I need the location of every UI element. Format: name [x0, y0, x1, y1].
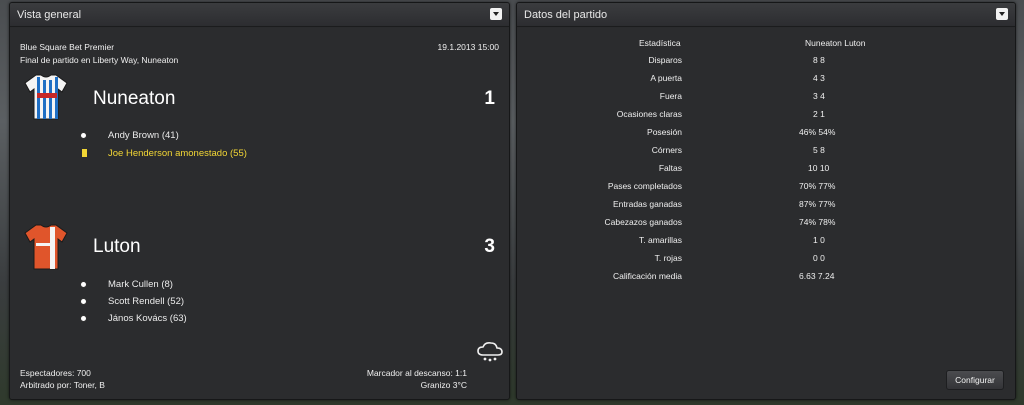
goal-ball-icon — [80, 298, 87, 305]
stat-row: Córners 5 8 — [517, 145, 1015, 163]
stat-label: Ocasiones claras — [616, 109, 682, 119]
goal-ball-icon — [80, 315, 87, 322]
stats-column-header: Estadística — [639, 38, 681, 48]
stat-values: 87% 77% — [799, 199, 836, 209]
stat-values: 46% 54% — [799, 127, 836, 137]
away-shirt-icon — [24, 224, 68, 270]
stat-label: Faltas — [658, 163, 682, 173]
stat-values: 74% 78% — [799, 217, 836, 227]
attendance: Espectadores: 700 — [20, 368, 91, 378]
match-stats-menu-dropdown-icon[interactable] — [996, 8, 1008, 20]
stat-row: Faltas 10 10 — [517, 163, 1015, 181]
stat-row: Pases completados 70% 77% — [517, 181, 1015, 199]
stat-row: Posesión 46% 54% — [517, 127, 1015, 145]
stat-row: A puerta 4 3 — [517, 73, 1015, 91]
stat-row: Calificación media 6.63 7.24 — [517, 271, 1015, 289]
overview-menu-dropdown-icon[interactable] — [490, 8, 502, 20]
referee: Arbitrado por: Toner, B — [20, 380, 105, 390]
match-venue: Final de partido en Liberty Way, Nuneato… — [20, 55, 179, 65]
stat-values: 3 4 — [813, 91, 825, 101]
home-team-name: Nuneaton — [93, 88, 176, 109]
goal-ball-icon — [80, 132, 87, 139]
stat-values: 2 1 — [813, 109, 825, 119]
overview-panel: Vista general Blue Square Bet Premier 19… — [9, 2, 510, 400]
away-team-name: Luton — [93, 236, 141, 257]
configure-button[interactable]: Configurar — [946, 370, 1004, 390]
match-stats-panel-header: Datos del partido — [517, 3, 1015, 27]
stat-values: 70% 77% — [799, 181, 836, 191]
overview-title: Vista general — [17, 9, 82, 21]
match-datetime: 19.1.2013 15:00 — [437, 42, 499, 52]
home-event-yellow-card: Joe Henderson amonestado (55) — [108, 148, 247, 159]
match-stats-panel: Datos del partido Estadística Nuneaton L… — [516, 2, 1016, 400]
away-event-goal: Mark Cullen (8) — [108, 279, 173, 290]
yellow-card-icon — [82, 149, 87, 157]
overview-panel-header: Vista general — [10, 3, 509, 27]
home-score: 1 — [484, 88, 495, 109]
stat-row: Disparos 8 8 — [517, 55, 1015, 73]
stat-values: 1 0 — [813, 235, 825, 245]
stat-label: T. rojas — [654, 253, 682, 263]
stat-label: Fuera — [659, 91, 682, 101]
stat-label: Cabezazos ganados — [604, 217, 682, 227]
match-stats-body: Estadística Nuneaton Luton Disparos 8 8 … — [517, 28, 1015, 399]
stat-values: 5 8 — [813, 145, 825, 155]
teams-column-header: Nuneaton Luton — [805, 38, 866, 48]
stat-label: T. amarillas — [639, 235, 682, 245]
stat-values: 0 0 — [813, 253, 825, 263]
stat-label: Posesión — [647, 127, 682, 137]
stat-label: Disparos — [648, 55, 682, 65]
stat-row: Entradas ganadas 87% 77% — [517, 199, 1015, 217]
weather-text: Granizo 3°C — [420, 380, 467, 390]
away-score: 3 — [484, 236, 495, 257]
home-shirt-icon — [24, 74, 68, 120]
halftime-score: Marcador al descanso: 1:1 — [366, 368, 467, 378]
stat-row: T. rojas 0 0 — [517, 253, 1015, 271]
stat-values: 4 3 — [813, 73, 825, 83]
stat-row: Fuera 3 4 — [517, 91, 1015, 109]
cloud-hail-icon — [477, 342, 503, 362]
stat-values: 8 8 — [813, 55, 825, 65]
competition-name: Blue Square Bet Premier — [20, 42, 115, 52]
stat-values: 6.63 7.24 — [799, 271, 835, 281]
stat-label: Pases completados — [607, 181, 682, 191]
stat-row: Cabezazos ganados 74% 78% — [517, 217, 1015, 235]
away-event-goal: János Kovács (63) — [108, 313, 187, 324]
stat-label: Entradas ganadas — [613, 199, 682, 209]
stat-label: A puerta — [650, 73, 682, 83]
goal-ball-icon — [80, 281, 87, 288]
stat-row: T. amarillas 1 0 — [517, 235, 1015, 253]
away-event-goal: Scott Rendell (52) — [108, 296, 185, 307]
home-event-goal: Andy Brown (41) — [108, 130, 179, 141]
match-stats-title: Datos del partido — [524, 9, 608, 21]
stat-label: Córners — [651, 145, 682, 155]
overview-body: Blue Square Bet Premier 19.1.2013 15:00 … — [10, 28, 509, 399]
stat-row: Ocasiones claras 2 1 — [517, 109, 1015, 127]
stat-values: 10 10 — [808, 163, 830, 173]
stat-label: Calificación media — [613, 271, 682, 281]
